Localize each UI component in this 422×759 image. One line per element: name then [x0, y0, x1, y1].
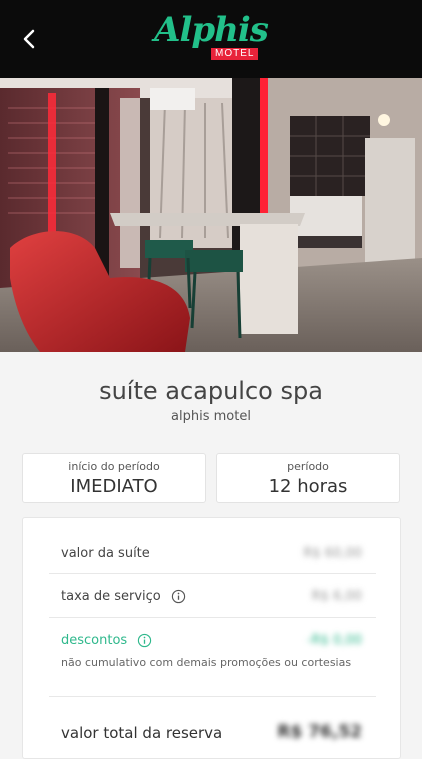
discount-note: não cumulativo com demais promoções ou c… [61, 656, 352, 669]
total-amount: R$ 76,52 [277, 722, 362, 742]
suite-photo[interactable] [0, 78, 422, 352]
period-start-value: IMEDIATO [70, 476, 158, 497]
period-value: 12 horas [268, 476, 348, 497]
period-box[interactable]: período 12 horas [216, 453, 400, 503]
info-icon[interactable] [171, 589, 186, 604]
info-icon[interactable] [137, 633, 152, 648]
discounts-amount: -R$ 0,00 [306, 633, 362, 648]
service-fee-amount: R$ 6,00 [311, 589, 362, 604]
total-label: valor total da reserva [61, 724, 223, 742]
service-fee-label: taxa de serviço [61, 589, 161, 604]
price-summary-card: valor da suíte R$ 60,00 taxa de serviço … [22, 517, 401, 759]
period-start-label: início do período [68, 460, 160, 473]
alphis-motel-logo: Alphis MOTEL [148, 10, 274, 64]
logo-script: Alphis [154, 10, 269, 50]
suite-photo-image [0, 78, 422, 352]
divider [49, 573, 376, 574]
chevron-left-icon [23, 29, 35, 49]
suite-value-label: valor da suíte [61, 546, 150, 561]
divider [49, 696, 376, 697]
logo-badge: MOTEL [211, 48, 259, 60]
suite-value-amount: R$ 60,00 [303, 546, 362, 561]
motel-name: alphis motel [171, 409, 251, 424]
period-label: período [287, 460, 329, 473]
back-button[interactable] [14, 24, 44, 54]
divider [49, 617, 376, 618]
suite-name: suíte acapulco spa [99, 377, 323, 405]
discounts-label: descontos [61, 633, 128, 648]
period-start-box[interactable]: início do período IMEDIATO [22, 453, 206, 503]
top-bar: Alphis MOTEL [0, 0, 422, 78]
